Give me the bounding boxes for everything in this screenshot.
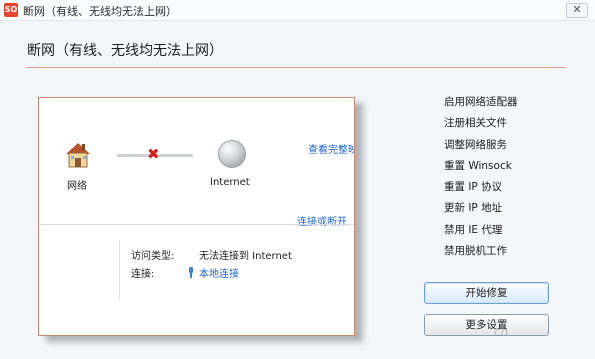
more-settings-button[interactable]: 更多设置 bbox=[424, 314, 549, 336]
heading-divider bbox=[26, 67, 566, 68]
broken-connection-icon: ✖ bbox=[147, 145, 160, 163]
action-enable-adapter[interactable]: 启用网络适配器 bbox=[444, 94, 518, 115]
action-reset-winsock[interactable]: 重置 Winsock bbox=[444, 158, 518, 179]
home-network-icon bbox=[66, 143, 90, 168]
view-full-map-link[interactable]: 查看完整映 bbox=[308, 141, 354, 156]
local-connection-link[interactable]: 本地连接 bbox=[199, 265, 239, 280]
close-button[interactable]: ✕ bbox=[566, 3, 588, 18]
info-vertical-rule bbox=[119, 240, 120, 300]
access-type-value: 无法连接到 Internet bbox=[199, 251, 292, 262]
action-disable-offline[interactable]: 禁用脱机工作 bbox=[444, 243, 518, 264]
connection-label: 连接: bbox=[131, 269, 155, 280]
access-type-label: 访问类型: bbox=[131, 251, 175, 262]
action-renew-ip[interactable]: 更新 IP 地址 bbox=[444, 200, 518, 221]
watermark: cn bbox=[494, 325, 509, 339]
action-adjust-services[interactable]: 调整网络服务 bbox=[444, 137, 518, 158]
network-adapter-icon bbox=[189, 267, 193, 278]
repair-action-list: 启用网络适配器 注册相关文件 调整网络服务 重置 Winsock 重置 IP 协… bbox=[444, 94, 518, 264]
action-disable-ie-proxy[interactable]: 禁用 IE 代理 bbox=[444, 222, 518, 243]
network-diagnosis-panel: 网络 ✖ Internet 查看完整映 连接或断开 访问类型: 无法连接到 In… bbox=[38, 97, 355, 336]
title-bar: SO 断网（有线、无线均无法上网） ✕ bbox=[0, 0, 595, 21]
panel-divider bbox=[39, 224, 354, 225]
app-logo-icon: SO bbox=[4, 3, 18, 17]
action-register-files[interactable]: 注册相关文件 bbox=[444, 115, 518, 136]
connect-disconnect-link[interactable]: 连接或断开 bbox=[297, 213, 347, 228]
window-title: 断网（有线、无线均无法上网） bbox=[23, 5, 177, 18]
page-title: 断网（有线、无线均无法上网） bbox=[27, 43, 223, 59]
internet-label: Internet bbox=[210, 177, 250, 188]
start-repair-button[interactable]: 开始修复 bbox=[424, 282, 549, 304]
internet-globe-icon bbox=[218, 140, 246, 168]
network-label: 网络 bbox=[67, 181, 87, 192]
action-reset-ip-protocol[interactable]: 重置 IP 协议 bbox=[444, 179, 518, 200]
